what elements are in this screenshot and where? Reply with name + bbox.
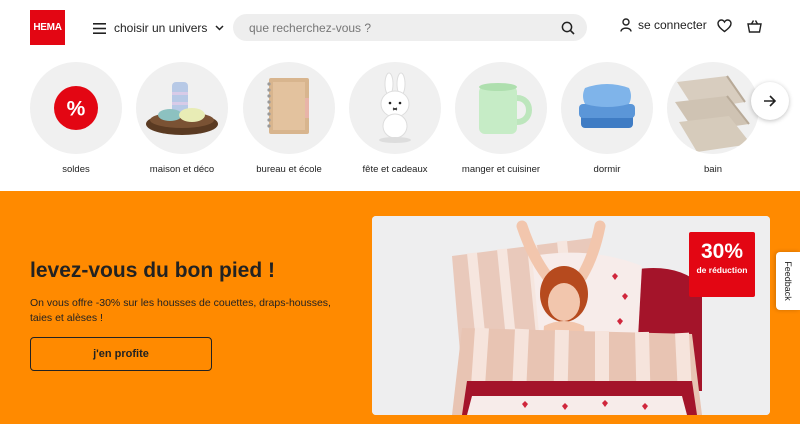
- towels-icon: [675, 75, 751, 152]
- candle-tray-icon: [146, 82, 218, 135]
- login-button[interactable]: se connecter: [620, 18, 707, 32]
- pillows-icon: [579, 84, 635, 128]
- universe-menu-label: choisir un univers: [114, 21, 208, 35]
- category-label: manger et cuisiner: [461, 164, 541, 175]
- basket-icon[interactable]: [747, 19, 762, 33]
- category-label: soldes: [62, 164, 90, 175]
- category-image: [349, 62, 441, 154]
- category-label: dormir: [593, 164, 621, 175]
- discount-text: de réduction: [696, 265, 748, 275]
- chevron-down-icon: [215, 25, 224, 31]
- arrow-right-icon: [764, 95, 777, 107]
- category-image: [136, 62, 228, 154]
- bunny-lamp-icon: [379, 72, 411, 143]
- search-icon[interactable]: [561, 21, 575, 35]
- heart-icon[interactable]: [717, 19, 732, 33]
- svg-text:%: %: [67, 98, 86, 121]
- category-image: %: [30, 62, 122, 154]
- search-input[interactable]: [249, 20, 561, 35]
- header: HEMA choisir un univers se connecter: [0, 0, 800, 55]
- category-fete-cadeaux[interactable]: fête et cadeaux: [349, 62, 441, 175]
- category-label: bain: [704, 164, 722, 175]
- category-soldes[interactable]: % soldes: [30, 62, 122, 175]
- user-icon: [620, 18, 632, 32]
- hamburger-icon: [93, 22, 106, 34]
- logo-text: HEMA: [33, 22, 62, 33]
- feedback-tab[interactable]: Feedback: [776, 252, 800, 310]
- login-label: se connecter: [638, 18, 707, 32]
- category-dormir[interactable]: dormir: [561, 62, 653, 175]
- category-maison-deco[interactable]: maison et déco: [136, 62, 228, 175]
- banner-title: levez-vous du bon pied !: [30, 259, 276, 282]
- carousel-next-button[interactable]: [751, 82, 789, 120]
- hema-logo[interactable]: HEMA: [30, 10, 65, 45]
- category-manger-cuisiner[interactable]: manger et cuisiner: [455, 62, 547, 175]
- cta-button[interactable]: j'en profite: [30, 337, 212, 371]
- category-bureau-ecole[interactable]: bureau et école: [243, 62, 335, 175]
- category-label: fête et cadeaux: [362, 164, 428, 175]
- category-label: maison et déco: [149, 164, 215, 175]
- category-image: [455, 62, 547, 154]
- percent-badge-icon: %: [54, 86, 98, 130]
- category-image: [667, 62, 759, 154]
- feedback-label: Feedback: [783, 261, 793, 301]
- discount-badge: 30% de réduction: [689, 232, 755, 297]
- universe-menu-button[interactable]: choisir un univers: [93, 18, 224, 38]
- category-bain[interactable]: bain: [667, 62, 759, 175]
- category-image: [561, 62, 653, 154]
- category-image: [243, 62, 335, 154]
- discount-value: 30%: [700, 240, 744, 263]
- promo-banner: levez-vous du bon pied ! On vous offre -…: [0, 191, 800, 424]
- category-carousel: % soldes maison et déco bureau et école …: [0, 55, 800, 191]
- category-label: bureau et école: [256, 164, 322, 175]
- notebook-icon: [267, 78, 309, 134]
- banner-subtitle: On vous offre -30% sur les housses de co…: [30, 297, 331, 324]
- search-bar: [233, 14, 587, 41]
- mug-icon: [479, 83, 532, 134]
